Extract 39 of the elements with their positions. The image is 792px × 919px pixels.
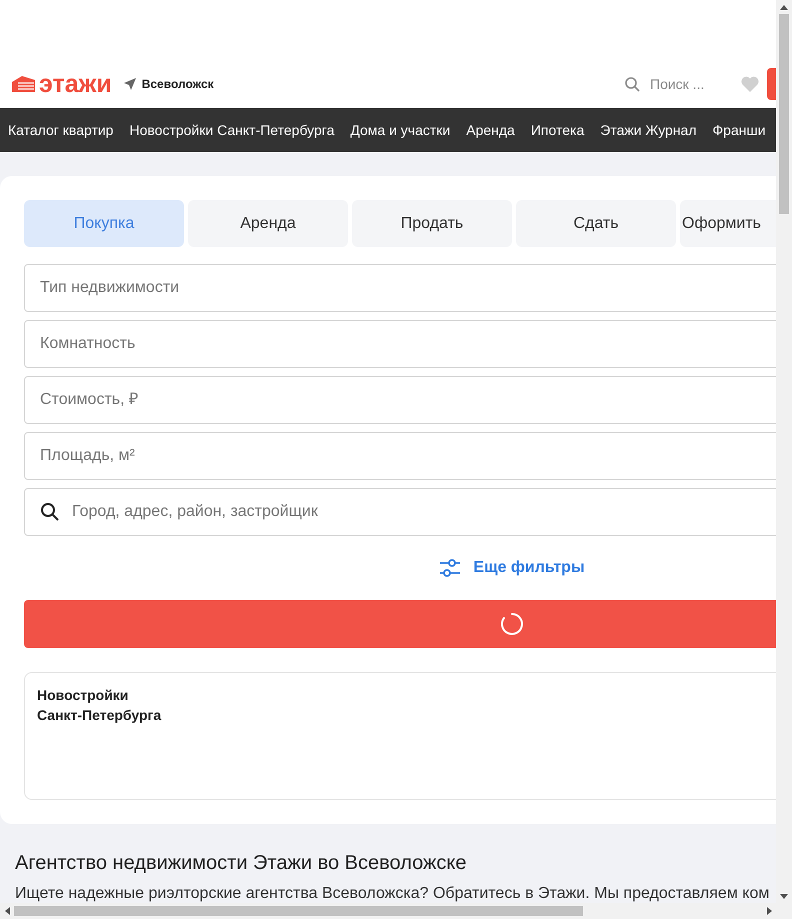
- search-field[interactable]: Поиск ...: [650, 74, 720, 94]
- card-title: Новостройки Санкт-Петербурга: [37, 686, 162, 725]
- scroll-up-icon[interactable]: [780, 4, 788, 10]
- tab[interactable]: Сдать: [516, 200, 676, 247]
- scroll-right-icon[interactable]: [766, 907, 772, 915]
- search-icon: [41, 503, 59, 521]
- select-field[interactable]: Тип недвижимости: [24, 264, 776, 312]
- tab[interactable]: Продать: [352, 200, 512, 247]
- location-arrow-icon: [124, 78, 136, 90]
- scroll-down-icon[interactable]: [780, 894, 788, 898]
- search-icon: [625, 76, 640, 92]
- nav-link[interactable]: Каталог квартир: [8, 120, 114, 140]
- vertical-scrollbar[interactable]: [776, 0, 792, 919]
- search-button[interactable]: [24, 600, 776, 648]
- scroll-left-icon[interactable]: [4, 907, 10, 915]
- building-icon: [12, 76, 35, 92]
- logo[interactable]: этажи: [12, 72, 112, 96]
- section-heading: Агентство недвижимости Этажи во Всеволожске: [15, 851, 466, 876]
- select-field[interactable]: Комнатность: [24, 320, 776, 368]
- promo-card[interactable]: Новостройки Санкт-Петербурга: [24, 672, 776, 800]
- select-field[interactable]: Стоимость, ₽: [24, 376, 776, 424]
- location-link[interactable]: Всеволожск: [142, 75, 214, 93]
- nav-link[interactable]: Новостройки Санкт-Петербурга: [129, 120, 334, 140]
- scrollbar-thumb[interactable]: [14, 906, 583, 916]
- nav-link[interactable]: Дома и участки: [350, 120, 450, 140]
- tab[interactable]: Оформить: [680, 200, 776, 247]
- horizontal-scrollbar[interactable]: [0, 903, 776, 919]
- more-filters-link[interactable]: Еще фильтры: [439, 556, 585, 580]
- nav-link[interactable]: Франши: [712, 120, 766, 140]
- sliders-icon: [439, 558, 462, 578]
- nav-link[interactable]: Ипотека: [530, 120, 584, 140]
- tab[interactable]: Аренда: [188, 200, 348, 247]
- select-field[interactable]: Площадь, м²: [24, 432, 776, 480]
- search-field[interactable]: Город, адрес, район, застройщик: [24, 488, 776, 536]
- paragraph: Ищете надежные риэлторские агентства Всеволожска? Обратитесь в Этажи. Мы предоставляем ком: [15, 884, 770, 903]
- nav-link[interactable]: Аренда: [466, 120, 515, 140]
- scrollbar-thumb[interactable]: [779, 14, 789, 214]
- heart-icon[interactable]: [741, 76, 759, 92]
- nav-link[interactable]: Этажи Журнал: [600, 120, 697, 140]
